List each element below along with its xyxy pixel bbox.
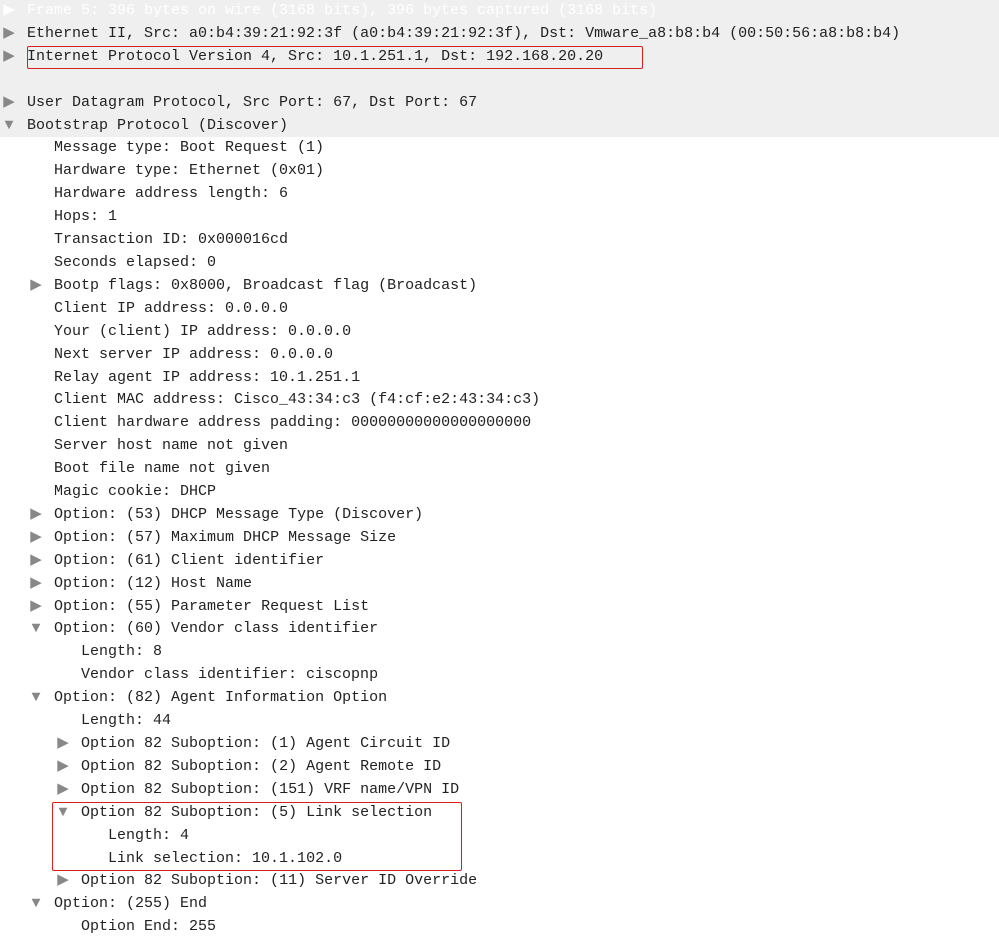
bootp-client-ip: Client IP address: 0.0.0.0 (54, 300, 288, 317)
bootp-opt82-sub5-link: Link selection: 10.1.102.0 (108, 850, 342, 867)
tree-row-xid[interactable]: Transaction ID: 0x000016cd (0, 229, 999, 252)
bootp-opt82-sub5-summary: Option 82 Suboption: (5) Link selection (81, 804, 432, 821)
tree-row-opt57[interactable]: ▶ Option: (57) Maximum DHCP Message Size (0, 527, 999, 550)
bootp-summary: Bootstrap Protocol (Discover) (27, 117, 288, 134)
expand-arrow-icon[interactable]: ▶ (27, 275, 45, 298)
bootp-opt53: Option: (53) DHCP Message Type (Discover… (54, 506, 423, 523)
expand-arrow-icon[interactable]: ▶ (0, 92, 18, 115)
bootp-opt60-length: Length: 8 (81, 643, 162, 660)
tree-row-opt82-sub5-link[interactable]: Link selection: 10.1.102.0 (0, 848, 999, 871)
bootp-client-hw-pad: Client hardware address padding: 0000000… (54, 414, 531, 431)
collapse-arrow-icon[interactable]: ▼ (27, 618, 45, 641)
tree-row-hops[interactable]: Hops: 1 (0, 206, 999, 229)
tree-row-yip[interactable]: Your (client) IP address: 0.0.0.0 (0, 321, 999, 344)
tree-row-bootp[interactable]: ▼ Bootstrap Protocol (Discover) (0, 115, 999, 138)
bootp-relay-agent-ip: Relay agent IP address: 10.1.251.1 (54, 369, 360, 386)
expand-arrow-icon[interactable]: ▶ (27, 573, 45, 596)
bootp-opt82-summary: Option: (82) Agent Information Option (54, 689, 387, 706)
bootp-hw-addr-len: Hardware address length: 6 (54, 185, 288, 202)
tree-row-magic[interactable]: Magic cookie: DHCP (0, 481, 999, 504)
collapse-arrow-icon[interactable]: ▼ (54, 802, 72, 825)
bootp-client-mac: Client MAC address: Cisco_43:34:c3 (f4:c… (54, 391, 540, 408)
tree-row-opt60-vci[interactable]: Vendor class identifier: ciscopnp (0, 664, 999, 687)
bootp-server-host: Server host name not given (54, 437, 288, 454)
tree-row-msgtype[interactable]: Message type: Boot Request (1) (0, 137, 999, 160)
collapse-arrow-icon[interactable]: ▼ (27, 687, 45, 710)
tree-row-opt82-sub151[interactable]: ▶ Option 82 Suboption: (151) VRF name/VP… (0, 779, 999, 802)
bootp-your-ip: Your (client) IP address: 0.0.0.0 (54, 323, 351, 340)
tree-row-hwtype[interactable]: Hardware type: Ethernet (0x01) (0, 160, 999, 183)
bootp-seconds: Seconds elapsed: 0 (54, 254, 216, 271)
frame-summary: Frame 5: 396 bytes on wire (3168 bits), … (27, 2, 657, 19)
expand-arrow-icon[interactable]: ▶ (54, 870, 72, 893)
expand-arrow-icon[interactable]: ▶ (27, 596, 45, 619)
bootp-opt82-length: Length: 44 (81, 712, 171, 729)
bootp-opt82-sub1: Option 82 Suboption: (1) Agent Circuit I… (81, 735, 450, 752)
bootp-opt60-vci: Vendor class identifier: ciscopnp (81, 666, 378, 683)
tree-row-secs[interactable]: Seconds elapsed: 0 (0, 252, 999, 275)
bootp-transaction-id: Transaction ID: 0x000016cd (54, 231, 288, 248)
bootp-opt82-sub2: Option 82 Suboption: (2) Agent Remote ID (81, 758, 441, 775)
bootp-hardware-type: Hardware type: Ethernet (0x01) (54, 162, 324, 179)
tree-row-shost[interactable]: Server host name not given (0, 435, 999, 458)
bootp-hops: Hops: 1 (54, 208, 117, 225)
tree-row-chpad[interactable]: Client hardware address padding: 0000000… (0, 412, 999, 435)
expand-arrow-icon[interactable]: ▶ (27, 527, 45, 550)
tree-row-opt82-len[interactable]: Length: 44 (0, 710, 999, 733)
tree-row-opt255-end[interactable]: Option End: 255 (0, 916, 999, 939)
tree-row-opt82-sub5[interactable]: ▼ Option 82 Suboption: (5) Link selectio… (0, 802, 999, 825)
bootp-opt82-sub151: Option 82 Suboption: (151) VRF name/VPN … (81, 781, 459, 798)
bootp-boot-file: Boot file name not given (54, 460, 270, 477)
ethernet-summary: Ethernet II, Src: a0:b4:39:21:92:3f (a0:… (27, 25, 900, 42)
bootp-message-type: Message type: Boot Request (1) (54, 139, 324, 156)
tree-row-opt61[interactable]: ▶ Option: (61) Client identifier (0, 550, 999, 573)
tree-row-frame[interactable]: ▶ Frame 5: 396 bytes on wire (3168 bits)… (0, 0, 999, 23)
tree-row-ethernet[interactable]: ▶ Ethernet II, Src: a0:b4:39:21:92:3f (a… (0, 23, 999, 46)
tree-row-opt82-sub1[interactable]: ▶ Option 82 Suboption: (1) Agent Circuit… (0, 733, 999, 756)
expand-arrow-icon[interactable]: ▶ (0, 46, 18, 69)
ip-summary: Internet Protocol Version 4, Src: 10.1.2… (27, 48, 603, 65)
tree-row-nsip[interactable]: Next server IP address: 0.0.0.0 (0, 344, 999, 367)
tree-row-cmac[interactable]: Client MAC address: Cisco_43:34:c3 (f4:c… (0, 389, 999, 412)
bootp-opt82-sub5-length: Length: 4 (108, 827, 189, 844)
tree-row-hwlen[interactable]: Hardware address length: 6 (0, 183, 999, 206)
tree-row-opt55[interactable]: ▶ Option: (55) Parameter Request List (0, 596, 999, 619)
udp-summary: User Datagram Protocol, Src Port: 67, Ds… (27, 94, 477, 111)
expand-arrow-icon[interactable]: ▶ (54, 756, 72, 779)
bootp-opt82-sub11: Option 82 Suboption: (11) Server ID Over… (81, 872, 477, 889)
tree-row-opt60[interactable]: ▼ Option: (60) Vendor class identifier (0, 618, 999, 641)
bootp-opt12: Option: (12) Host Name (54, 575, 252, 592)
tree-row-flags[interactable]: ▶ Bootp flags: 0x8000, Broadcast flag (B… (0, 275, 999, 298)
bootp-opt57: Option: (57) Maximum DHCP Message Size (54, 529, 396, 546)
bootp-opt255-summary: Option: (255) End (54, 895, 207, 912)
bootp-opt60-summary: Option: (60) Vendor class identifier (54, 620, 378, 637)
tree-row-cip[interactable]: Client IP address: 0.0.0.0 (0, 298, 999, 321)
bootp-opt61: Option: (61) Client identifier (54, 552, 324, 569)
tree-row-opt12[interactable]: ▶ Option: (12) Host Name (0, 573, 999, 596)
bootp-opt255-end: Option End: 255 (81, 918, 216, 935)
bootp-magic-cookie: Magic cookie: DHCP (54, 483, 216, 500)
expand-arrow-icon[interactable]: ▶ (0, 0, 18, 23)
tree-row-opt53[interactable]: ▶ Option: (53) DHCP Message Type (Discov… (0, 504, 999, 527)
expand-arrow-icon[interactable]: ▶ (54, 733, 72, 756)
tree-row-udp[interactable]: ▶ User Datagram Protocol, Src Port: 67, … (0, 92, 999, 115)
expand-arrow-icon[interactable]: ▶ (27, 504, 45, 527)
tree-row-opt60-len[interactable]: Length: 8 (0, 641, 999, 664)
tree-row-bfile[interactable]: Boot file name not given (0, 458, 999, 481)
tree-row-opt82-sub11[interactable]: ▶ Option 82 Suboption: (11) Server ID Ov… (0, 870, 999, 893)
bootp-next-server-ip: Next server IP address: 0.0.0.0 (54, 346, 333, 363)
expand-arrow-icon[interactable]: ▶ (0, 23, 18, 46)
expand-arrow-icon[interactable]: ▶ (54, 779, 72, 802)
tree-row-opt82-sub2[interactable]: ▶ Option 82 Suboption: (2) Agent Remote … (0, 756, 999, 779)
bootp-flags: Bootp flags: 0x8000, Broadcast flag (Bro… (54, 277, 477, 294)
tree-row-opt82[interactable]: ▼ Option: (82) Agent Information Option (0, 687, 999, 710)
tree-row-opt82-sub5-len[interactable]: Length: 4 (0, 825, 999, 848)
tree-row-ip[interactable]: ▶ Internet Protocol Version 4, Src: 10.1… (0, 46, 999, 92)
collapse-arrow-icon[interactable]: ▼ (27, 893, 45, 916)
collapse-arrow-icon[interactable]: ▼ (0, 115, 18, 138)
bootp-opt55: Option: (55) Parameter Request List (54, 598, 369, 615)
expand-arrow-icon[interactable]: ▶ (27, 550, 45, 573)
tree-row-opt255[interactable]: ▼ Option: (255) End (0, 893, 999, 916)
tree-row-raip[interactable]: Relay agent IP address: 10.1.251.1 (0, 367, 999, 390)
